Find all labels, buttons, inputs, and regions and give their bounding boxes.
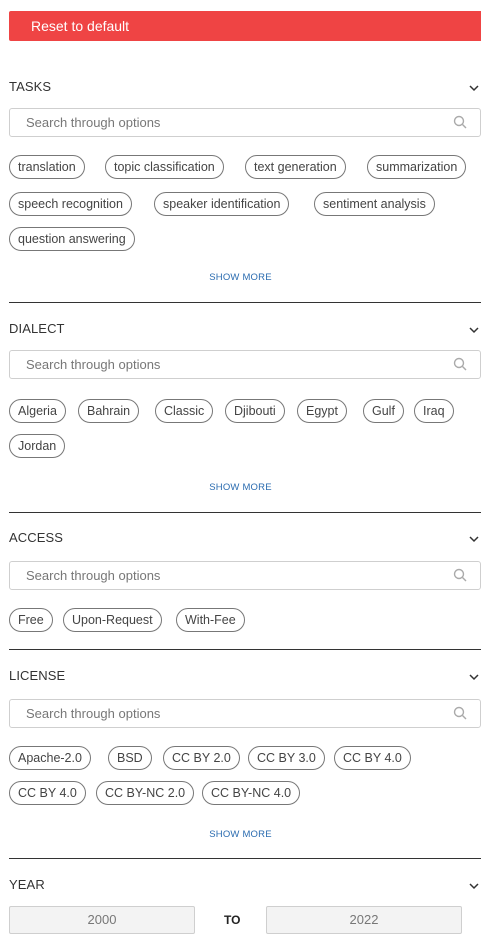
chip-algeria[interactable]: Algeria: [9, 399, 66, 423]
section-divider: [9, 649, 481, 650]
section-divider: [9, 302, 481, 303]
chip-speaker-identification[interactable]: speaker identification: [154, 192, 290, 216]
search-icon: [453, 568, 468, 583]
chevron-down-icon[interactable]: [467, 81, 481, 95]
reset-to-default-button[interactable]: Reset to default: [9, 11, 481, 41]
chip-translation[interactable]: translation: [9, 155, 85, 179]
chevron-down-icon[interactable]: [467, 323, 481, 337]
dialect-search-input[interactable]: [9, 350, 481, 379]
dialect-title: DIALECT: [9, 321, 65, 336]
dialect-show-more-link[interactable]: SHOW MORE: [0, 482, 481, 493]
chip-cc-by-2-0[interactable]: CC BY 2.0: [163, 746, 240, 770]
chip-cc-by-4-0-alt[interactable]: CC BY 4.0: [9, 781, 86, 805]
chip-gulf[interactable]: Gulf: [363, 399, 404, 423]
chevron-down-icon[interactable]: [467, 532, 481, 546]
access-search-input[interactable]: [9, 561, 481, 590]
chip-upon-request[interactable]: Upon-Request: [63, 608, 162, 632]
chip-question-answering[interactable]: question answering: [9, 227, 135, 251]
access-title: ACCESS: [9, 530, 64, 545]
chip-jordan[interactable]: Jordan: [9, 434, 66, 458]
dialect-header[interactable]: DIALECT: [9, 319, 481, 339]
chip-cc-by-nc-4-0[interactable]: CC BY-NC 4.0: [202, 781, 301, 805]
year-from-input[interactable]: 2000: [9, 906, 195, 934]
search-icon: [453, 115, 468, 130]
access-header[interactable]: ACCESS: [9, 528, 481, 548]
chip-with-fee[interactable]: With-Fee: [176, 608, 245, 632]
chevron-down-icon[interactable]: [467, 670, 481, 684]
chip-egypt[interactable]: Egypt: [297, 399, 347, 423]
year-header[interactable]: YEAR: [9, 875, 481, 895]
tasks-search-field[interactable]: [10, 109, 450, 136]
search-icon: [453, 706, 468, 721]
search-icon: [453, 357, 468, 372]
chip-djibouti[interactable]: Djibouti: [225, 399, 285, 423]
license-show-more-link[interactable]: SHOW MORE: [0, 829, 481, 840]
chip-classic[interactable]: Classic: [155, 399, 214, 423]
dialect-search-field[interactable]: [10, 351, 450, 378]
chip-bsd[interactable]: BSD: [108, 746, 152, 770]
tasks-search-input[interactable]: [9, 108, 481, 137]
year-to-label: TO: [224, 913, 241, 927]
year-title: YEAR: [9, 877, 45, 892]
access-search-field[interactable]: [10, 562, 450, 589]
chip-text-generation[interactable]: text generation: [245, 155, 346, 179]
tasks-show-more-link[interactable]: SHOW MORE: [0, 272, 481, 283]
chip-cc-by-nc-2-0[interactable]: CC BY-NC 2.0: [96, 781, 195, 805]
section-divider: [9, 512, 481, 513]
chip-speech-recognition[interactable]: speech recognition: [9, 192, 132, 216]
tasks-header[interactable]: TASKS: [9, 77, 481, 97]
chip-iraq[interactable]: Iraq: [414, 399, 454, 423]
chevron-down-icon[interactable]: [467, 879, 481, 893]
chip-free[interactable]: Free: [9, 608, 53, 632]
chip-summarization[interactable]: summarization: [367, 155, 467, 179]
license-search-field[interactable]: [10, 700, 450, 727]
chip-apache-2-0[interactable]: Apache-2.0: [9, 746, 91, 770]
license-search-input[interactable]: [9, 699, 481, 728]
year-to-input[interactable]: 2022: [266, 906, 462, 934]
tasks-title: TASKS: [9, 79, 52, 94]
chip-bahrain[interactable]: Bahrain: [78, 399, 140, 423]
license-title: LICENSE: [9, 668, 66, 683]
section-divider: [9, 858, 481, 859]
chip-cc-by-3-0[interactable]: CC BY 3.0: [248, 746, 325, 770]
chip-sentiment-analysis[interactable]: sentiment analysis: [314, 192, 435, 216]
chip-topic-classification[interactable]: topic classification: [105, 155, 224, 179]
chip-cc-by-4-0[interactable]: CC BY 4.0: [334, 746, 411, 770]
license-header[interactable]: LICENSE: [9, 666, 481, 686]
